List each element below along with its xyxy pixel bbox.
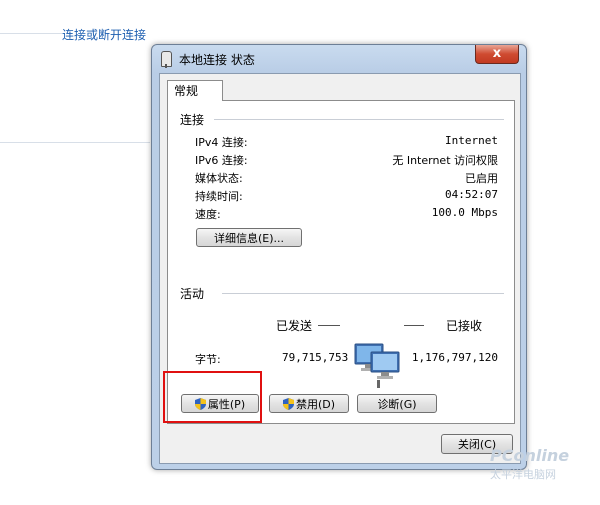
media-state-label: 媒体状态: [195,172,243,185]
pconline-watermark: PConline 太平洋电脑网 [490,446,600,486]
activity-section-title: 活动 [180,287,205,301]
watermark-logo: PConline [490,446,570,465]
duration-value: 04:52:07 [445,188,498,201]
disable-button[interactable]: 禁用(D) [269,394,349,413]
diagnose-button[interactable]: 诊断(G) [357,394,437,413]
details-button[interactable]: 详细信息(E)... [196,228,302,247]
section-divider [222,293,504,294]
ipv4-value: Internet [445,134,498,147]
ipv6-value: 无 Internet 访问权限 [392,154,498,167]
close-window-button[interactable]: x [475,45,519,64]
section-divider [214,119,504,120]
duration-label: 持续时间: [195,190,243,203]
divider [0,142,150,143]
tab-general[interactable]: 常规 [167,80,223,101]
connect-disconnect-link[interactable]: 连接或断开连接 [62,26,146,43]
speed-value: 100.0 Mbps [431,206,498,219]
watermark-subtitle: 太平洋电脑网 [490,468,556,481]
bytes-sent-value: 79,715,753 [282,351,349,364]
bytes-label: 字节: [195,353,221,366]
received-label: 已接收 [446,319,483,333]
properties-highlight-box [163,371,262,423]
network-computers-icon [354,343,400,388]
connection-section-title: 连接 [180,113,205,127]
sent-dash [318,325,340,326]
bytes-received-value: 1,176,797,120 [411,351,498,364]
disable-label: 禁用(D) [295,398,336,411]
title-bar[interactable]: 本地连接 状态 x [152,45,526,73]
speed-label: 速度: [195,208,221,221]
media-state-value: 已启用 [465,172,498,185]
divider [0,33,62,34]
ipv6-label: IPv6 连接: [195,154,248,167]
window-title: 本地连接 状态 [179,53,255,67]
ipv4-label: IPv4 连接: [195,136,248,149]
uac-shield-icon [282,398,294,410]
sent-label: 已发送 [276,319,313,333]
received-dash [404,325,424,326]
network-adapter-icon [161,51,172,68]
